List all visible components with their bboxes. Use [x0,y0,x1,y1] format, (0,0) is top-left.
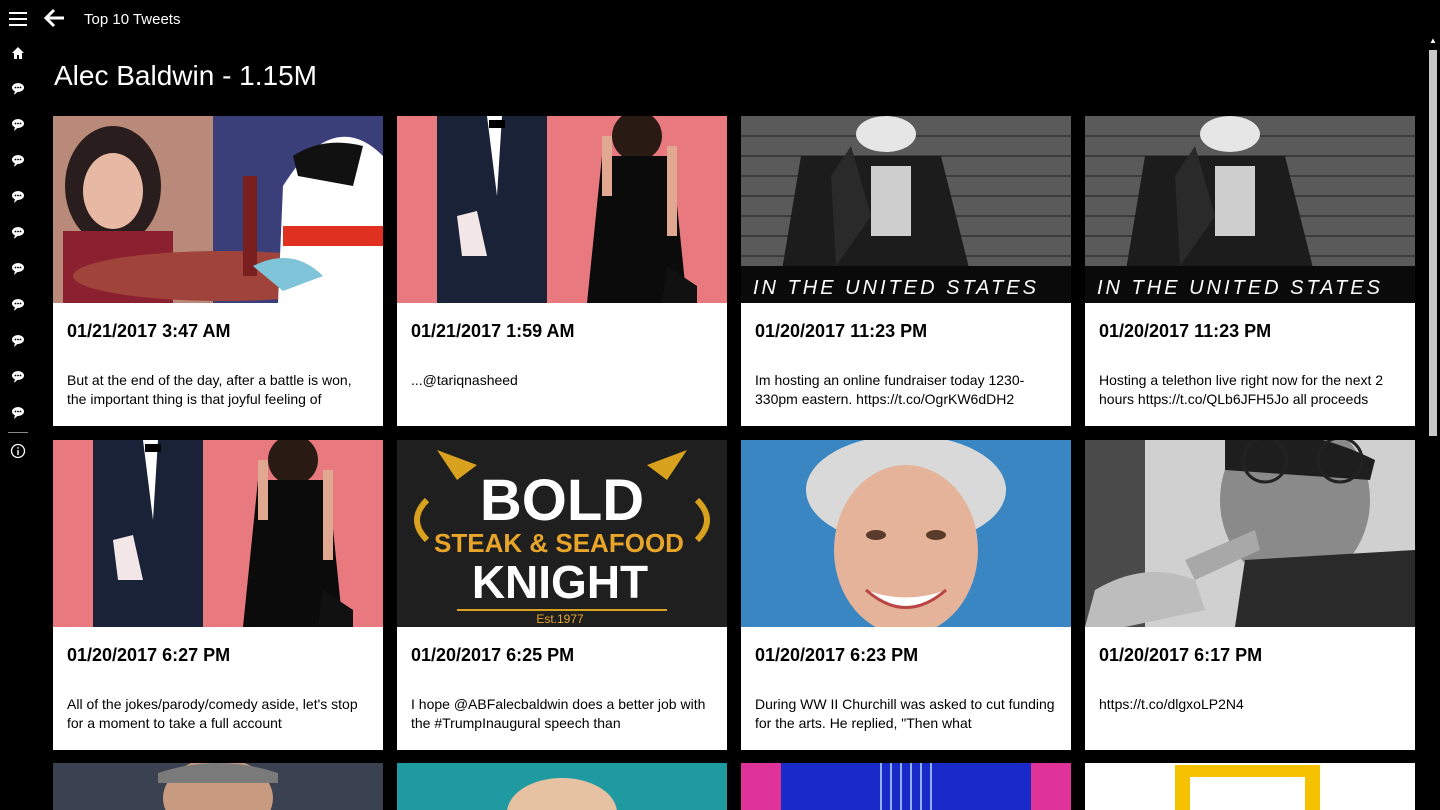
tweet-card[interactable]: IN THE UNITED STATES 01/20/2017 11:23 PM… [1085,116,1415,426]
tweet-image [741,763,1071,810]
tweet-text: https://t.co/dlgxoLP2N4 [1099,696,1244,712]
tweet-card[interactable] [1085,763,1415,810]
info-icon[interactable] [10,443,26,459]
vertical-scrollbar[interactable]: ▲ [1428,36,1438,810]
tweet-icon[interactable] [10,405,26,421]
tweet-image [397,763,727,810]
poster-caption: IN THE UNITED STATES [753,277,1039,299]
tweet-date: 01/21/2017 3:47 AM [67,321,231,341]
tweet-icon[interactable] [10,261,26,277]
tweet-card[interactable] [53,763,383,810]
tweet-text: Hosting a telethon live right now for th… [1099,372,1384,407]
logo-established: Est.1977 [536,612,584,626]
tweet-image [53,116,383,303]
sidebar [0,0,36,810]
tweet-text: During WW II Churchill was asked to cut … [755,696,1055,731]
tweet-icon[interactable] [10,369,26,385]
tweet-icon[interactable] [10,153,26,169]
tweet-card[interactable]: 01/21/2017 1:59 AM ...@tariqnasheed [397,116,727,426]
page-title: Alec Baldwin - 1.15M [54,60,318,91]
tweet-card[interactable]: IN THE UNITED STATES 01/20/2017 11:23 PM… [741,116,1071,426]
sidebar-divider [8,432,28,433]
home-icon[interactable] [10,45,26,61]
logo-word-knight: KNIGHT [472,556,648,608]
tweet-date: 01/20/2017 6:23 PM [755,645,919,665]
logo-subtitle: STEAK & SEAFOOD [434,528,684,558]
tweet-text: All of the jokes/parody/comedy aside, le… [67,696,358,731]
tweet-image [741,440,1071,627]
tweet-date: 01/20/2017 11:23 PM [755,321,928,341]
tweet-text: Im hosting an online fundraiser today 12… [755,372,1025,407]
tweet-image: IN THE UNITED STATES [1085,116,1415,303]
tweet-date: 01/20/2017 6:17 PM [1099,645,1263,665]
back-arrow-icon[interactable] [43,8,66,28]
tweet-date: 01/21/2017 1:59 AM [411,321,575,341]
tweet-icon[interactable] [10,189,26,205]
tweet-image [53,440,383,627]
tweet-card[interactable]: BOLD STEAK & SEAFOOD KNIGHT Est.1977 01/… [397,440,727,750]
tweet-text: I hope @ABFalecbaldwin does a better job… [411,696,706,731]
scrollbar-thumb[interactable] [1429,50,1437,436]
tweet-icon[interactable] [10,117,26,133]
tweet-image: BOLD STEAK & SEAFOOD KNIGHT Est.1977 [397,440,727,627]
tweet-image [397,116,727,303]
hamburger-menu-icon[interactable] [9,12,27,26]
tweet-image [1085,440,1415,627]
tweet-date: 01/20/2017 11:23 PM [1099,321,1272,341]
tweet-text: ...@tariqnasheed [411,372,518,388]
tweet-card[interactable]: 01/20/2017 6:23 PM During WW II Churchil… [741,440,1071,750]
logo-word-bold: BOLD [480,468,644,533]
poster-caption: IN THE UNITED STATES [1097,277,1383,299]
title-bar: Top 10 Tweets [36,0,1440,40]
tweet-date: 01/20/2017 6:25 PM [411,645,575,665]
tweet-card[interactable]: 01/20/2017 6:27 PM All of the jokes/paro… [53,440,383,750]
tweet-icon[interactable] [10,297,26,313]
tweet-card[interactable] [741,763,1071,810]
scroll-up-icon[interactable]: ▲ [1428,36,1438,46]
tweet-card[interactable]: 01/20/2017 6:17 PM https://t.co/dlgxoLP2… [1085,440,1415,750]
tweet-date: 01/20/2017 6:27 PM [67,645,231,665]
tweet-icon[interactable] [10,81,26,97]
tweet-card[interactable]: 01/21/2017 3:47 AM But at the end of the… [53,116,383,426]
tweet-icon[interactable] [10,225,26,241]
app-title: Top 10 Tweets [84,11,181,28]
tweet-image [1085,763,1415,810]
tweet-icon[interactable] [10,333,26,349]
tweet-image: IN THE UNITED STATES [741,116,1071,303]
tweet-text: But at the end of the day, after a battl… [67,372,352,407]
tweet-image [53,763,383,810]
tweet-card[interactable] [397,763,727,810]
